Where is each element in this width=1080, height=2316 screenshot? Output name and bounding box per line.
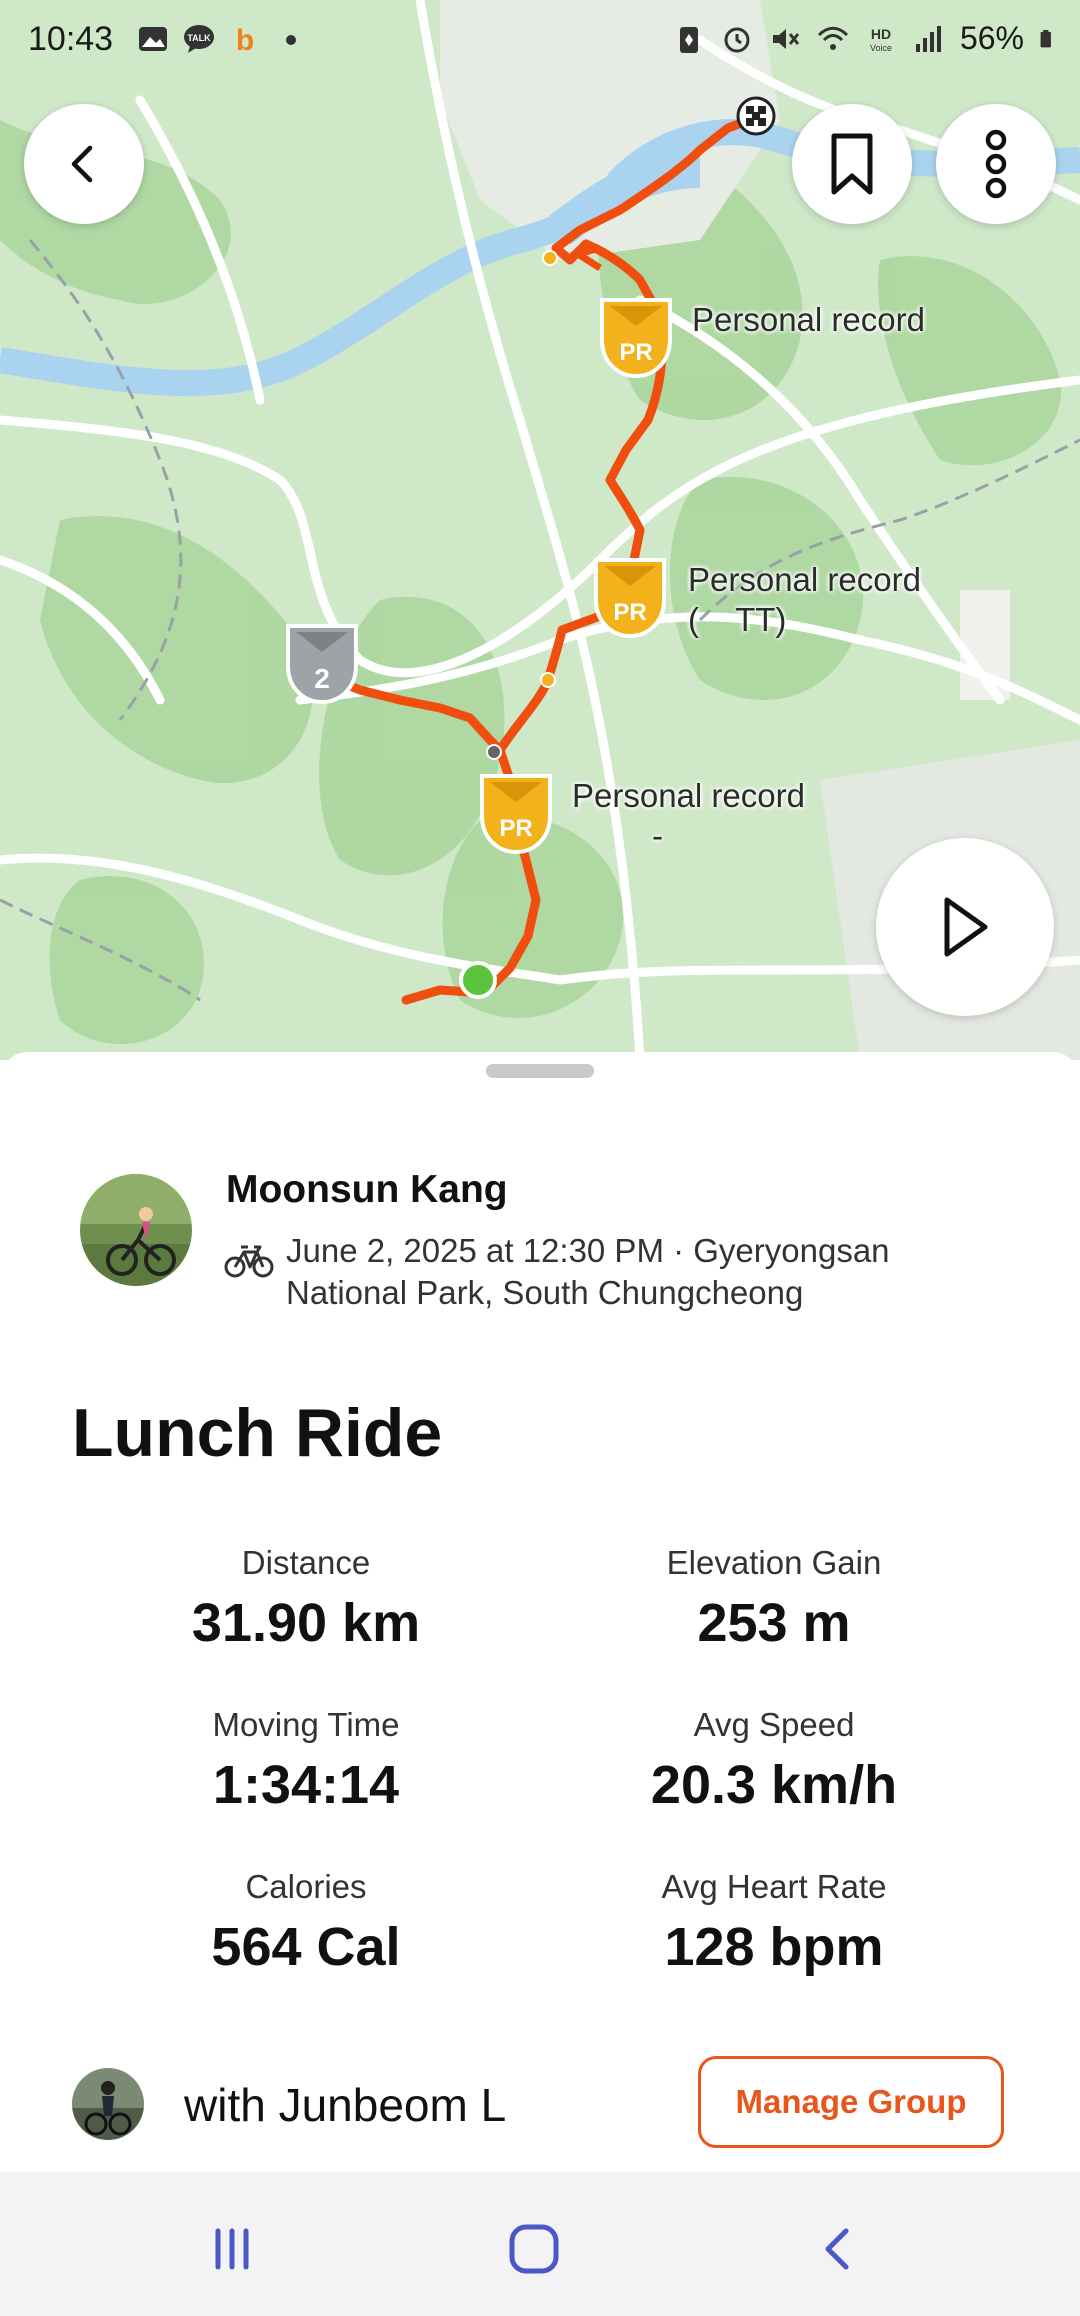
pr-badge-icon[interactable]: PR [596,296,676,380]
stat-value: 1:34:14 [212,1755,400,1815]
wifi-icon [817,26,849,50]
play-icon [944,897,988,957]
stat-avg-speed: Avg Speed 20.3 km/h [564,1706,984,1816]
battery-percent: 56% [959,20,1024,56]
avatar-photo [72,2068,144,2140]
mute-icon [772,28,800,49]
stat-label: Elevation Gain [666,1544,882,1581]
battery-icon [1040,29,1051,47]
svg-text:2: 2 [314,663,330,694]
segment-label-3: Personal record - [572,777,805,854]
activity-title: Lunch Ride [72,1395,443,1471]
stat-label: Moving Time [212,1706,400,1743]
talk-icon: TALK [184,25,214,53]
stat-calories: Calories 564 Cal [96,1868,516,1978]
bike-icon [224,1245,274,1278]
pr-badge-icon[interactable]: PR [476,772,556,856]
stat-label: Distance [241,1544,371,1581]
chevron-left-icon [71,145,93,183]
alarm-icon [724,27,750,52]
b-app-icon: b [236,24,254,56]
play-flyover-button[interactable] [876,838,1054,1016]
recent-apps-icon [215,2228,249,2270]
segment-label-2: Personal record ( TT) [688,561,921,638]
system-nav-bar [0,2172,1080,2316]
stat-label: Calories [245,1868,367,1905]
activity-details-sheet: Moonsun Kang June 2, 2025 at 12:30 PM · … [0,1052,1080,2172]
silver-medal-icon[interactable]: 2 [282,622,362,706]
stat-value: 128 bpm [664,1917,884,1977]
group-member-avatar[interactable] [72,2068,144,2140]
segment-label-1: Personal record [692,301,925,338]
home-button[interactable] [494,2214,574,2284]
stat-value: 20.3 km/h [650,1755,898,1815]
pr-badge-icon[interactable]: PR [590,556,670,640]
sheet-drag-handle[interactable] [486,1064,594,1078]
more-vertical-icon [985,129,1007,199]
route-map[interactable]: PR PR PR 2 Personal record Personal reco… [0,0,1080,1060]
stat-moving-time: Moving Time 1:34:14 [96,1706,516,1816]
dot-icon [286,35,296,45]
manage-group-button[interactable]: Manage Group [698,2056,1004,2148]
svg-text:PR: PR [619,339,652,366]
stat-distance: Distance 31.90 km [96,1544,516,1654]
battery-saver-icon [679,26,698,53]
recent-apps-button[interactable] [192,2214,272,2284]
svg-text:b: b [236,24,254,56]
activity-date-location: June 2, 2025 at 12:30 PM · Gyeryongsan [286,1232,890,1269]
back-icon [825,2228,849,2270]
stat-value: 253 m [697,1593,851,1653]
activity-location-line2: National Park, South Chungcheong [286,1274,804,1311]
status-time: 10:43 [28,20,114,58]
stat-avg-heart-rate: Avg Heart Rate 128 bpm [564,1868,984,1978]
gallery-icon [139,27,167,51]
svg-text:PR: PR [499,815,532,842]
stat-value: 31.90 km [191,1593,421,1653]
athlete-avatar[interactable] [80,1174,192,1286]
hd-voice-icon: HD Voice [870,26,892,53]
svg-text:Voice: Voice [870,43,892,53]
status-bar: 10:43 TALK b HD Voice 56% [0,0,1080,84]
home-icon [509,2224,559,2274]
back-button[interactable] [24,104,144,224]
svg-text:HD: HD [871,26,891,42]
bookmark-button[interactable] [792,104,912,224]
avatar-photo [80,1174,192,1286]
group-members-text[interactable]: with Junbeom L [184,2078,506,2132]
signal-icon [915,25,941,52]
system-back-button[interactable] [798,2214,878,2284]
stat-label: Avg Speed [693,1706,855,1743]
more-options-button[interactable] [936,104,1056,224]
stat-elevation-gain: Elevation Gain 253 m [564,1544,984,1654]
stat-value: 564 Cal [211,1917,401,1977]
svg-text:TALK: TALK [187,33,211,43]
athlete-name[interactable]: Moonsun Kang [226,1168,508,1212]
svg-text:PR: PR [613,599,646,626]
stat-label: Avg Heart Rate [661,1868,887,1905]
bookmark-icon [831,133,873,195]
